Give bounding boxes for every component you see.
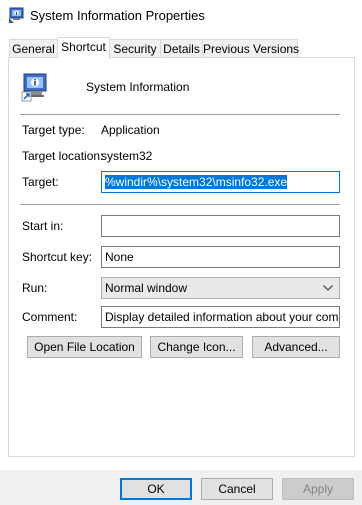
target-input[interactable]: %windir%\system32\msinfo32.exe [101, 171, 340, 193]
tab-security[interactable]: Security [109, 39, 161, 58]
system-information-icon [21, 73, 47, 102]
chevron-down-icon [323, 285, 333, 291]
window-title: System Information Properties [30, 8, 205, 23]
divider [20, 204, 340, 205]
shortcut-key-input[interactable]: None [101, 246, 340, 268]
tab-general[interactable]: General [9, 39, 58, 58]
target-location-value: system32 [101, 149, 153, 163]
dialog-footer: OK Cancel Apply [0, 470, 362, 505]
run-select-value: Normal window [105, 281, 188, 295]
app-name: System Information [86, 80, 190, 94]
ok-button[interactable]: OK [120, 478, 192, 500]
run-label: Run: [22, 281, 48, 295]
target-input-value: %windir%\system32\msinfo32.exe [105, 175, 288, 189]
start-in-label: Start in: [22, 219, 64, 233]
comment-label: Comment: [22, 310, 78, 324]
apply-button[interactable]: Apply [282, 478, 354, 500]
tab-strip: General Shortcut Security Details Previo… [0, 37, 362, 59]
title-bar: System Information Properties [0, 0, 362, 30]
target-location-label: Target location: [22, 149, 104, 163]
comment-input[interactable]: Display detailed information about your … [101, 306, 340, 328]
start-in-input[interactable] [101, 215, 340, 237]
system-information-icon [9, 7, 24, 23]
tab-details[interactable]: Details [160, 39, 203, 58]
open-file-location-button[interactable]: Open File Location [27, 336, 142, 358]
target-type-value: Application [101, 123, 160, 137]
divider [20, 114, 340, 115]
target-type-label: Target type: [22, 123, 85, 137]
tab-previous-versions[interactable]: Previous Versions [202, 39, 299, 58]
change-icon-button[interactable]: Change Icon... [150, 336, 243, 358]
run-select[interactable]: Normal window [101, 277, 340, 299]
target-label: Target: [22, 175, 59, 189]
cancel-button[interactable]: Cancel [201, 478, 273, 500]
tab-shortcut[interactable]: Shortcut [57, 37, 110, 59]
advanced-button[interactable]: Advanced... [252, 336, 340, 358]
shortcut-key-label: Shortcut key: [22, 250, 93, 264]
